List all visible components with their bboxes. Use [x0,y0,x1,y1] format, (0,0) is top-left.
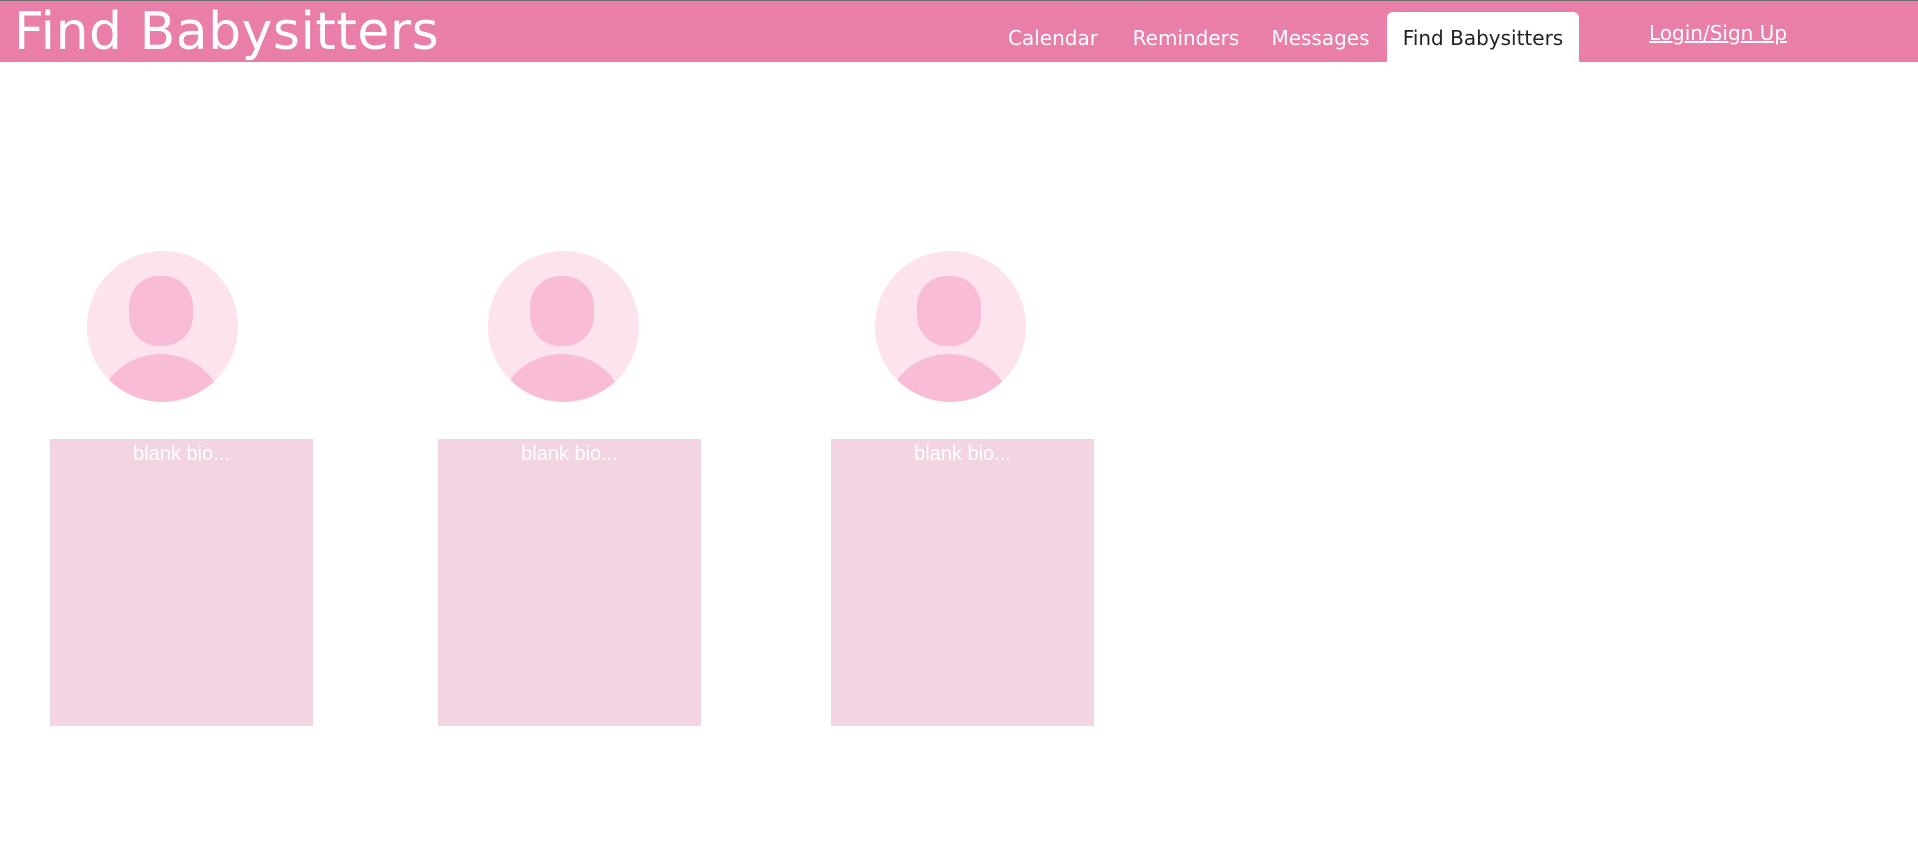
tab-find-babysitters[interactable]: Find Babysitters [1387,12,1579,63]
babysitter-avatar[interactable] [87,251,238,402]
default-user-avatar-icon [488,251,639,402]
login-signup-link[interactable]: Login/Sign Up [1649,21,1787,45]
babysitter-bio: blank bio... [438,439,701,726]
app-header: Find Babysitters Calendar Reminders Mess… [0,0,1918,63]
default-user-avatar-icon [87,251,238,402]
babysitter-avatar[interactable] [875,251,1026,402]
babysitter-avatar[interactable] [488,251,639,402]
tab-messages[interactable]: Messages [1262,12,1379,63]
babysitter-bio: blank bio... [50,439,313,726]
babysitter-bio: blank bio... [831,439,1094,726]
tab-calendar[interactable]: Calendar [996,12,1110,63]
main-nav: Calendar Reminders Messages Find Babysit… [0,1,1918,63]
default-user-avatar-icon [875,251,1026,402]
tab-reminders[interactable]: Reminders [1125,12,1247,63]
